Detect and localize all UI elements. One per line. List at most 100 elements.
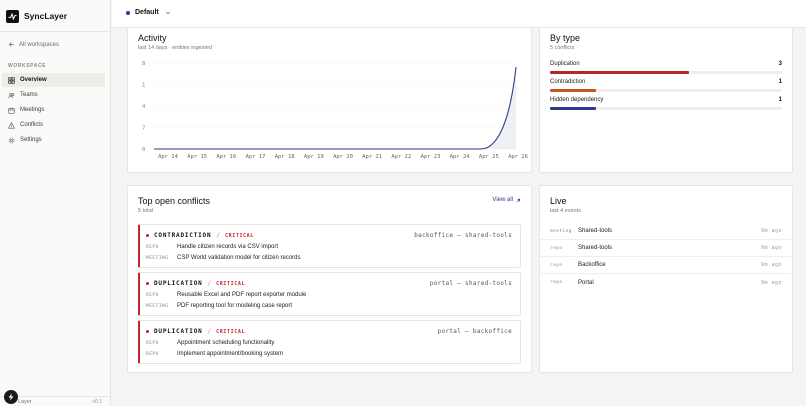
type-bar-contradiction <box>550 89 597 92</box>
type-bar-track <box>550 107 782 110</box>
severity-dot <box>146 234 149 237</box>
by-type-card: By type 5 conflicts Duplication 3 Contra… <box>539 27 793 173</box>
sidebar-item-settings[interactable]: Settings <box>2 133 105 147</box>
live-event[interactable]: repo Portal 9m ago <box>541 274 791 291</box>
by-type-title: By type <box>550 33 581 43</box>
y-tick-label: 0 <box>142 147 145 153</box>
conflict-source-line: MEETING PDF reporting tool for modeling … <box>146 303 292 309</box>
sidebar-item-conflicts[interactable]: Conflicts <box>2 118 105 132</box>
conflict-type: CONTRADICTION <box>154 232 212 239</box>
conflict-route: portal — shared-tools <box>429 280 512 287</box>
source-text: PDF reporting tool for modeling case rep… <box>177 303 293 309</box>
event-time: 9m ago <box>760 228 782 234</box>
y-tick-label: 7 <box>142 126 145 132</box>
view-all-label: View all <box>492 197 513 203</box>
x-tick-label: Apr 26 <box>508 154 528 160</box>
source-text: CSP World validation model for citizen r… <box>177 255 301 261</box>
conflict-severity: CRITICAL <box>225 232 254 239</box>
severity-dot <box>146 282 149 285</box>
x-tick-label: Apr 14 <box>158 154 179 160</box>
live-subtitle: last 4 events <box>550 208 581 214</box>
sidebar-divider <box>0 31 111 32</box>
conflict-header: CONTRADICTION / CRITICAL <box>146 232 254 239</box>
conflict-item[interactable]: DUPLICATION / CRITICAL portal — backoffi… <box>138 320 521 364</box>
all-workspaces-link[interactable]: All workspaces <box>8 41 59 48</box>
event-name: Backoffice <box>578 262 606 268</box>
conflict-source-line: MEETING CSP World validation model for c… <box>146 255 301 261</box>
live-event[interactable]: meeting Shared-tools 9m ago <box>541 223 791 240</box>
conflict-route: backoffice — shared-tools <box>414 232 512 239</box>
assistant-button[interactable] <box>4 390 18 404</box>
event-kind: repo <box>550 262 563 268</box>
workspace-dot <box>126 10 130 15</box>
y-tick-label: 8 <box>142 61 145 67</box>
type-count-hidden-dependency: 1 <box>778 97 782 103</box>
source-kind: MEETING <box>146 255 169 261</box>
sidebar: SyncLayer All workspaces WORKSPACE Overv… <box>0 0 111 406</box>
sidebar-footer-brand: Layer <box>18 399 32 405</box>
conflict-source-line: REPO Implement appointment/booking syste… <box>146 351 283 357</box>
source-kind: REPO <box>146 292 159 298</box>
by-type-subtitle: 5 conflicts <box>550 45 575 51</box>
x-tick-label: Apr 18 <box>275 154 295 160</box>
x-tick-label: Apr 24 <box>450 154 471 160</box>
chevron-down-icon <box>165 11 170 14</box>
type-label-contradiction: Contradiction <box>550 79 586 85</box>
workspace-section-label: WORKSPACE <box>8 63 47 69</box>
sidebar-item-overview[interactable]: Overview <box>2 73 105 87</box>
app-version: v0.1 <box>92 399 102 405</box>
top-conflicts-card: Top open conflicts 5 total View all CONT… <box>127 185 532 373</box>
lightning-icon <box>8 393 14 401</box>
event-kind: repo <box>550 280 563 285</box>
source-kind: REPO <box>146 340 159 346</box>
x-tick-label: Apr 25 <box>479 154 499 160</box>
sidebar-item-label: Overview <box>20 77 47 83</box>
type-label-hidden-dependency: Hidden dependency <box>550 97 604 103</box>
type-bar-track <box>550 71 782 74</box>
x-tick-label: Apr 15 <box>187 154 207 160</box>
workspace-selector[interactable]: Default <box>126 9 171 16</box>
live-event[interactable]: repo Shared-tools 9m ago <box>541 240 791 257</box>
event-name: Shared-tools <box>578 228 613 234</box>
grid-icon <box>8 76 15 84</box>
conflict-item[interactable]: DUPLICATION / CRITICAL portal — shared-t… <box>138 272 521 316</box>
sidebar-item-label: Settings <box>20 137 42 143</box>
source-kind: REPO <box>146 244 159 250</box>
synclayer-logo-icon <box>6 9 19 23</box>
conflict-item[interactable]: CONTRADICTION / CRITICAL backoffice — sh… <box>138 224 521 268</box>
activity-area <box>154 67 516 149</box>
y-tick-label: 1 <box>142 83 145 89</box>
gear-icon <box>8 137 15 143</box>
source-text: Implement appointment/booking system <box>177 351 284 357</box>
event-time: 9m ago <box>760 262 782 268</box>
sidebar-item-meetings[interactable]: Meetings <box>2 103 105 117</box>
brand[interactable]: SyncLayer <box>6 9 67 23</box>
source-kind: MEETING <box>146 303 169 309</box>
source-text: Reusable Excel and PDF report exporter m… <box>177 292 307 298</box>
x-tick-label: Apr 21 <box>362 154 382 160</box>
conflict-separator: / <box>207 328 212 335</box>
x-tick-label: Apr 20 <box>333 154 353 160</box>
sidebar-item-label: Meetings <box>20 107 45 113</box>
activity-chart: 81470Apr 14 Apr 15 Apr 16 Apr 17 Apr 18 Apr 1… <box>142 61 528 160</box>
conflict-separator: / <box>207 280 212 287</box>
event-kind: meeting <box>550 228 572 234</box>
type-bar-duplication <box>550 71 690 74</box>
calendar-icon <box>8 107 15 114</box>
warning-icon <box>8 121 15 128</box>
activity-line <box>154 66 517 150</box>
event-name: Portal <box>578 279 594 286</box>
conflict-separator: / <box>216 232 220 239</box>
y-tick-label: 4 <box>142 104 146 110</box>
type-label-duplication: Duplication <box>550 61 580 67</box>
view-all-link[interactable]: View all <box>492 197 521 203</box>
topbar: Default <box>112 0 806 28</box>
users-icon <box>8 92 15 98</box>
sidebar-item-teams[interactable]: Teams <box>2 88 105 102</box>
event-name: Shared-tools <box>578 245 613 251</box>
conflict-type: DUPLICATION <box>154 280 203 287</box>
live-event[interactable]: repo Backoffice 9m ago <box>541 257 791 274</box>
x-tick-label: Apr 23 <box>421 154 441 160</box>
arrow-left-icon <box>9 42 14 47</box>
event-time: 9m ago <box>760 279 782 286</box>
